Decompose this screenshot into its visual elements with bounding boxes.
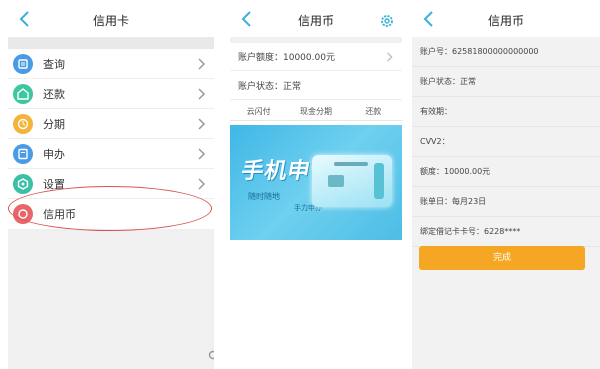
tab-quickpass[interactable]: 云闪付 [230,103,287,120]
menu-item-query[interactable]: 查询 [8,49,214,79]
status-text: 账户状态：正常 [238,82,302,92]
page-title: 信用币 [297,14,334,28]
installment-icon [13,113,33,134]
menu-item-installment[interactable]: 分期 [8,109,214,139]
gear-icon[interactable] [380,14,394,28]
tab-cash-installment[interactable]: 现金分期 [287,103,344,120]
page-title: 信用币 [487,14,524,28]
settings-icon [13,173,33,194]
top-bar: 信用币 [230,0,402,37]
repay-icon [13,83,33,104]
action-tabs: 云闪付 现金分期 还款 [230,103,402,121]
details-list: 账户号：62581800000000000 账户状态：正常 有效期： CVV2：… [412,37,600,247]
chevron-right-icon [387,52,393,62]
top-bar: 信用币 [412,0,600,37]
apply-icon [13,143,33,164]
promo-banner[interactable]: 手机申请 随时随地 手力申办 [230,125,402,240]
linked-debit-card-row: 绑定借记卡卡号：6228**** [412,217,600,247]
limit-row[interactable]: 账户额度：10000.00元 [230,43,402,71]
highlight-circle [8,186,212,231]
status-row: 账户状态：正常 [230,72,402,100]
card-chip [328,175,344,187]
menu-item-label: 还款 [43,87,65,101]
billing-date-row: 账单日：每月23日 [412,187,600,217]
top-bar: 信用卡 [8,0,214,37]
limit-row: 额度：10000.00元 [412,157,600,187]
menu-item-label: 申办 [43,147,65,161]
menu-item-repay[interactable]: 还款 [8,79,214,109]
credit-coin-details-screen: 信用币 账户号：62581800000000000 账户状态：正常 有效期： C… [412,0,600,369]
banner-subtitle: 随时随地 [248,192,280,201]
menu-item-label: 分期 [43,117,65,131]
chevron-right-icon [198,148,206,160]
tab-repay[interactable]: 还款 [345,103,402,120]
limit-text: 账户额度：10000.00元 [238,53,335,63]
account-number-row: 账户号：62581800000000000 [412,37,600,67]
chevron-right-icon [198,58,206,70]
card-stripe [374,163,384,199]
credit-coin-screen: 信用币 账户额度：10000.00元 账户状态：正常 云闪付 现金分期 还款 手… [230,0,402,369]
credit-card-screen: 信用卡 查询 还款 分期 申办 设置 信用币 [8,0,214,369]
divider [8,37,214,49]
account-status-row: 账户状态：正常 [412,67,600,97]
query-icon [13,53,33,74]
cvv2-row: CVV2： [412,127,600,157]
done-button[interactable]: 完成 [419,246,585,270]
expiry-row: 有效期： [412,97,600,127]
bank-logo [334,162,368,166]
zoom-icon[interactable] [208,350,214,362]
page-title: 信用卡 [92,14,129,28]
chevron-right-icon [198,88,206,100]
chevron-right-icon [198,118,206,130]
menu-item-label: 查询 [43,57,65,71]
menu-item-apply[interactable]: 申办 [8,139,214,169]
card-image [312,155,392,207]
chevron-right-icon [198,178,206,190]
